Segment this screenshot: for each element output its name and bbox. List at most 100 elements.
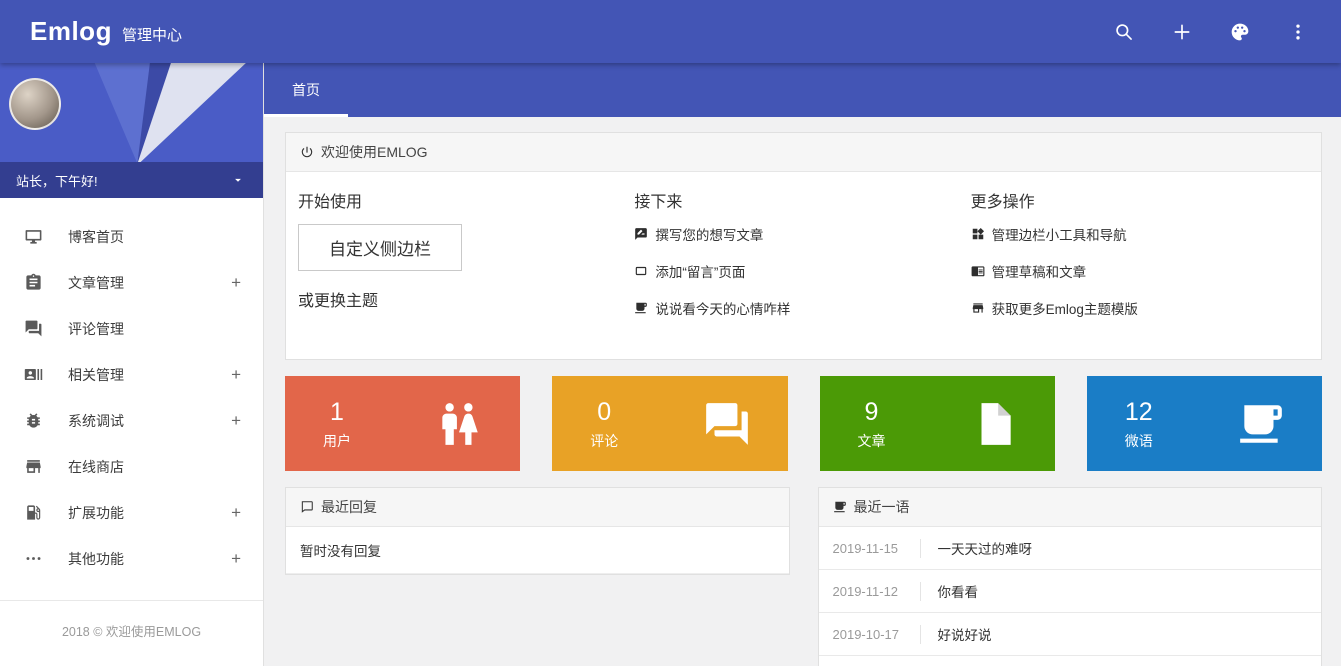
app-logo: Emlog xyxy=(30,16,112,47)
expand-plus-icon[interactable]: + xyxy=(231,365,241,385)
note-date: 2019-11-12 xyxy=(833,582,921,601)
sidebar-item-label: 评论管理 xyxy=(68,319,241,339)
page-icon xyxy=(634,264,648,278)
people-icon xyxy=(434,399,484,449)
sidebar-item-label: 扩展功能 xyxy=(68,503,231,523)
forum-icon xyxy=(702,399,752,449)
note-text: 一天天过的难呀 xyxy=(938,538,1033,558)
coffee-icon xyxy=(634,301,648,315)
sidebar-item-debug[interactable]: 系统调试 + xyxy=(0,398,263,444)
sidebar-item-comments[interactable]: 评论管理 xyxy=(0,306,263,352)
stat-card-users[interactable]: 1 用户 xyxy=(285,376,520,471)
plugin-icon xyxy=(24,503,44,523)
sidebar: 站长，下午好! 博客首页 文章管理 + 评论管 xyxy=(0,63,264,666)
widgets-icon xyxy=(971,227,985,241)
link-get-themes[interactable]: 获取更多Emlog主题模版 xyxy=(971,298,1287,318)
greeting-text: 站长，下午好! xyxy=(16,171,98,190)
stat-card-notes[interactable]: 12 微语 xyxy=(1087,376,1322,471)
app-subtitle: 管理中心 xyxy=(122,24,182,45)
change-theme-link[interactable]: 或更换主题 xyxy=(298,287,614,311)
sidebar-item-label: 其他功能 xyxy=(68,549,231,569)
expand-plus-icon[interactable]: + xyxy=(231,503,241,523)
sidebar-item-articles[interactable]: 文章管理 + xyxy=(0,260,263,306)
main-area: 首页 欢迎使用EMLOG 开始使用 自定义侧边栏 或更换主题 xyxy=(264,63,1341,666)
emlog-admin-app: Emlog 管理中心 xyxy=(0,0,1341,666)
stat-value: 12 xyxy=(1125,397,1153,427)
avatar[interactable] xyxy=(9,78,61,130)
sidebar-item-label: 系统调试 xyxy=(68,411,231,431)
contacts-icon xyxy=(24,365,44,385)
note-row[interactable]: 2019-11-12 你看看 xyxy=(819,570,1322,613)
shell: 站长，下午好! 博客首页 文章管理 + 评论管 xyxy=(0,63,1341,666)
panel-title: 最近一语 xyxy=(854,497,910,517)
welcome-body: 开始使用 自定义侧边栏 或更换主题 接下来 撰写您的想写文章 xyxy=(286,172,1321,359)
sidebar-item-store[interactable]: 在线商店 xyxy=(0,444,263,490)
note-text: 好说好说 xyxy=(938,624,992,644)
link-add-message-page[interactable]: 添加“留言”页面 xyxy=(634,261,950,281)
chevron-down-icon xyxy=(231,173,245,187)
bottom-panels: 最近回复 暂时没有回复 最近一语 2019-11-15 一天天过的难呀 xyxy=(285,487,1322,666)
col-title: 更多操作 xyxy=(971,188,1287,212)
sidebar-hero: 站长，下午好! xyxy=(0,63,263,198)
reader-icon xyxy=(971,264,985,278)
content: 欢迎使用EMLOG 开始使用 自定义侧边栏 或更换主题 接下来 xyxy=(264,117,1341,666)
welcome-title: 欢迎使用EMLOG xyxy=(321,142,428,162)
customize-sidebar-button[interactable]: 自定义侧边栏 xyxy=(298,224,462,271)
note-text: 你看看 xyxy=(938,581,979,601)
stat-value: 0 xyxy=(590,397,618,427)
link-label: 说说看今天的心情咋样 xyxy=(655,298,790,318)
expand-plus-icon[interactable]: + xyxy=(231,273,241,293)
col-title: 开始使用 xyxy=(298,188,614,212)
link-write-article[interactable]: 撰写您的想写文章 xyxy=(634,224,950,244)
recent-replies-header: 最近回复 xyxy=(286,488,789,527)
sidebar-item-extensions[interactable]: 扩展功能 + xyxy=(0,490,263,536)
search-icon[interactable] xyxy=(1113,21,1135,43)
link-label: 获取更多Emlog主题模版 xyxy=(992,298,1138,318)
file-icon xyxy=(969,399,1019,449)
link-manage-widgets[interactable]: 管理边栏小工具和导航 xyxy=(971,224,1287,244)
link-manage-drafts[interactable]: 管理草稿和文章 xyxy=(971,261,1287,281)
tabbar: 首页 xyxy=(264,63,1341,117)
comments-icon xyxy=(24,319,44,339)
stat-label: 文章 xyxy=(858,431,886,451)
store-icon xyxy=(24,457,44,477)
welcome-col-next: 接下来 撰写您的想写文章 添加“留言”页面 xyxy=(634,188,970,335)
more-vert-icon[interactable] xyxy=(1287,21,1309,43)
link-post-mood[interactable]: 说说看今天的心情咋样 xyxy=(634,298,950,318)
recent-replies-panel: 最近回复 暂时没有回复 xyxy=(285,487,790,575)
stat-card-articles[interactable]: 9 文章 xyxy=(820,376,1055,471)
power-icon xyxy=(300,145,314,159)
sidebar-item-label: 在线商店 xyxy=(68,457,241,477)
add-icon[interactable] xyxy=(1171,21,1193,43)
link-label: 撰写您的想写文章 xyxy=(655,224,763,244)
sidebar-item-label: 相关管理 xyxy=(68,365,231,385)
note-row[interactable]: 2019-10-17 好说好说 xyxy=(819,613,1322,656)
expand-plus-icon[interactable]: + xyxy=(231,411,241,431)
welcome-panel-header: 欢迎使用EMLOG xyxy=(286,133,1321,172)
stat-card-comments[interactable]: 0 评论 xyxy=(552,376,787,471)
topbar-actions xyxy=(1113,21,1309,43)
bug-icon xyxy=(24,411,44,431)
stat-cards: 1 用户 0 评论 xyxy=(285,376,1322,471)
expand-plus-icon[interactable]: + xyxy=(231,549,241,569)
sidebar-item-label: 文章管理 xyxy=(68,273,231,293)
note-row[interactable]: 2019-10-17 盘他死盘 xyxy=(819,656,1322,666)
sidebar-item-blog-home[interactable]: 博客首页 xyxy=(0,214,263,260)
store-icon xyxy=(971,301,985,315)
sidebar-item-other[interactable]: 其他功能 + xyxy=(0,536,263,582)
note-row[interactable]: 2019-11-15 一天天过的难呀 xyxy=(819,527,1322,570)
coffee-icon xyxy=(833,500,847,514)
tab-home[interactable]: 首页 xyxy=(264,63,348,117)
recent-notes-panel: 最近一语 2019-11-15 一天天过的难呀 2019-11-12 你看看 2… xyxy=(818,487,1323,666)
sidebar-item-related[interactable]: 相关管理 + xyxy=(0,352,263,398)
no-replies-text: 暂时没有回复 xyxy=(286,527,789,574)
stat-value: 9 xyxy=(858,397,886,427)
monitor-icon xyxy=(24,227,44,247)
welcome-col-start: 开始使用 自定义侧边栏 或更换主题 xyxy=(298,188,634,335)
stat-label: 用户 xyxy=(323,431,351,451)
col-title: 接下来 xyxy=(634,188,950,212)
greeting-dropdown[interactable]: 站长，下午好! xyxy=(0,162,263,198)
palette-icon[interactable] xyxy=(1229,21,1251,43)
stat-label: 评论 xyxy=(590,431,618,451)
sidebar-menu: 博客首页 文章管理 + 评论管理 相关管理 + xyxy=(0,198,263,600)
